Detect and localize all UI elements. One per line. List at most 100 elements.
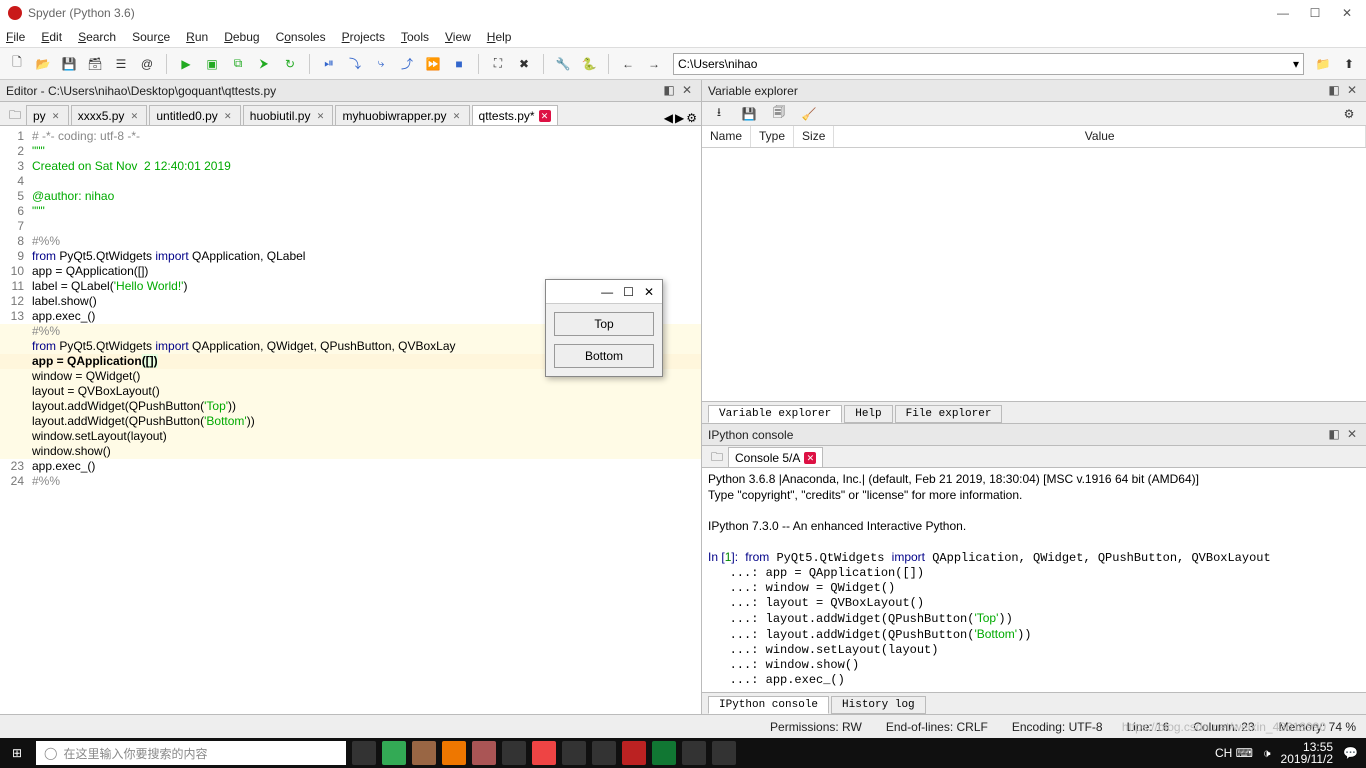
run-cell-icon[interactable]: ▣ — [201, 53, 223, 75]
tab-scroll-right-icon[interactable]: ▶ — [675, 111, 684, 125]
varexp-undock-icon[interactable]: ◧ — [1326, 83, 1342, 99]
tray-network-icon[interactable]: 🕩 — [1263, 746, 1271, 761]
menu-file[interactable]: File — [6, 30, 25, 44]
tab-variable-explorer[interactable]: Variable explorer — [708, 405, 842, 423]
tray-notifications-icon[interactable]: 💬 — [1343, 746, 1358, 760]
editor-undock-icon[interactable]: ◧ — [661, 83, 677, 99]
minimize-button[interactable]: — — [1276, 6, 1290, 20]
menu-source[interactable]: Source — [132, 30, 170, 44]
open-file-icon[interactable]: 📂 — [32, 53, 54, 75]
task-view-icon[interactable] — [352, 741, 376, 765]
pythonpath-icon[interactable]: 🐍 — [578, 53, 600, 75]
working-dir-input[interactable]: C:\Users\nihao▾ — [673, 53, 1304, 75]
close-tab-icon[interactable]: ✕ — [128, 110, 140, 122]
debug-icon[interactable]: ⏯ — [318, 53, 340, 75]
menu-consoles[interactable]: Consoles — [276, 30, 326, 44]
varexp-options-icon[interactable]: ⚙ — [1338, 103, 1360, 125]
col-value[interactable]: Value — [834, 126, 1366, 147]
col-name[interactable]: Name — [702, 126, 751, 147]
code-editor[interactable]: 1 2 3 4 5 6 7 8 9 10 11 12 13 14 15 16 1… — [0, 126, 701, 714]
console-list-icon[interactable]: 🗀 — [706, 449, 728, 467]
taskbar-app-icon[interactable] — [652, 741, 676, 765]
taskbar-app-icon[interactable] — [592, 741, 616, 765]
tab-file-explorer[interactable]: File explorer — [895, 405, 1003, 423]
varexp-close-icon[interactable]: ✕ — [1344, 83, 1360, 99]
fullscreen-icon[interactable]: ✖ — [513, 53, 535, 75]
taskbar-app-icon[interactable] — [562, 741, 586, 765]
menu-edit[interactable]: Edit — [41, 30, 62, 44]
tab-scroll-left-icon[interactable]: ◀ — [664, 111, 673, 125]
col-size[interactable]: Size — [794, 126, 834, 147]
run-cell-advance-icon[interactable]: ⧉ — [227, 53, 249, 75]
tab-py[interactable]: py✕ — [26, 105, 69, 125]
system-tray[interactable]: CH ⌨ 🕩 13:55 2019/11/2 💬 — [1207, 741, 1366, 765]
forward-icon[interactable]: → — [643, 53, 665, 75]
taskbar-app-icon[interactable] — [472, 741, 496, 765]
tab-myhuobiwrapper[interactable]: myhuobiwrapper.py✕ — [335, 105, 469, 125]
continue-icon[interactable]: ⏩ — [422, 53, 444, 75]
ipython-undock-icon[interactable]: ◧ — [1326, 427, 1342, 443]
close-tab-icon[interactable]: ✕ — [451, 110, 463, 122]
preferences-icon[interactable]: 🔧 — [552, 53, 574, 75]
save-all-icon[interactable]: 🗃 — [84, 53, 106, 75]
start-button[interactable]: ⊞ — [0, 738, 34, 768]
tab-options-icon[interactable]: ⚙ — [686, 111, 697, 125]
parent-dir-icon[interactable]: ⬆ — [1338, 53, 1360, 75]
ipython-console[interactable]: Python 3.6.8 |Anaconda, Inc.| (default, … — [702, 468, 1366, 692]
save-data-icon[interactable]: 💾 — [738, 103, 760, 125]
menu-help[interactable]: Help — [487, 30, 512, 44]
save-data-as-icon[interactable]: 🗐 — [768, 103, 790, 125]
taskbar-app-icon[interactable] — [682, 741, 706, 765]
taskbar-app-icon[interactable] — [382, 741, 406, 765]
run-selection-icon[interactable]: ⮞ — [253, 53, 275, 75]
back-icon[interactable]: ← — [617, 53, 639, 75]
close-tab-icon[interactable]: ✕ — [222, 110, 234, 122]
varexp-body[interactable] — [702, 148, 1366, 401]
tab-huobiutil[interactable]: huobiutil.py✕ — [243, 105, 334, 125]
maximize-pane-icon[interactable]: ⛶ — [487, 53, 509, 75]
qt-popup-window[interactable]: — ☐ ✕ Top Bottom — [545, 279, 663, 377]
tab-history-log[interactable]: History log — [831, 696, 926, 714]
menu-search[interactable]: Search — [78, 30, 116, 44]
qt-minimize-icon[interactable]: — — [601, 285, 613, 299]
tab-qttests[interactable]: qttests.py*✕ — [472, 105, 558, 125]
new-file-icon[interactable]: 🗋 — [6, 53, 28, 75]
taskbar-app-icon[interactable] — [442, 741, 466, 765]
qt-bottom-button[interactable]: Bottom — [554, 344, 654, 368]
console-tab[interactable]: Console 5/A✕ — [728, 447, 823, 467]
tab-untitled0[interactable]: untitled0.py✕ — [149, 105, 240, 125]
close-console-icon[interactable]: ✕ — [804, 452, 816, 464]
import-data-icon[interactable]: ⭳ — [708, 103, 730, 125]
browse-dir-icon[interactable]: 📁 — [1312, 53, 1334, 75]
taskbar-app-icon[interactable] — [412, 741, 436, 765]
menu-debug[interactable]: Debug — [224, 30, 259, 44]
tab-help[interactable]: Help — [844, 405, 892, 423]
save-icon[interactable]: 💾 — [58, 53, 80, 75]
taskbar-app-icon[interactable] — [622, 741, 646, 765]
taskbar-app-icon[interactable] — [502, 741, 526, 765]
at-icon[interactable]: @ — [136, 53, 158, 75]
taskbar-search[interactable]: ◯ 在这里输入你要搜索的内容 — [36, 741, 346, 765]
tab-list-icon[interactable]: 🗀 — [4, 107, 26, 125]
maximize-button[interactable]: ☐ — [1308, 6, 1322, 20]
run-icon[interactable]: ▶ — [175, 53, 197, 75]
stop-debug-icon[interactable]: ■ — [448, 53, 470, 75]
menu-projects[interactable]: Projects — [342, 30, 385, 44]
taskbar-app-icon[interactable] — [532, 741, 556, 765]
tab-ipython-console[interactable]: IPython console — [708, 696, 829, 714]
taskbar-app-icon[interactable] — [712, 741, 736, 765]
tab-xxxx5[interactable]: xxxx5.py✕ — [71, 105, 148, 125]
close-tab-icon[interactable]: ✕ — [314, 110, 326, 122]
close-tab-icon[interactable]: ✕ — [50, 110, 62, 122]
outline-icon[interactable]: ☰ — [110, 53, 132, 75]
menu-view[interactable]: View — [445, 30, 471, 44]
rerun-icon[interactable]: ↻ — [279, 53, 301, 75]
editor-close-icon[interactable]: ✕ — [679, 83, 695, 99]
qt-close-icon[interactable]: ✕ — [644, 285, 654, 299]
close-button[interactable]: ✕ — [1340, 6, 1354, 20]
step-over-icon[interactable]: ⤵ — [344, 53, 366, 75]
menu-tools[interactable]: Tools — [401, 30, 429, 44]
remove-var-icon[interactable]: 🧹 — [798, 103, 820, 125]
col-type[interactable]: Type — [751, 126, 794, 147]
qt-maximize-icon[interactable]: ☐ — [623, 285, 634, 299]
